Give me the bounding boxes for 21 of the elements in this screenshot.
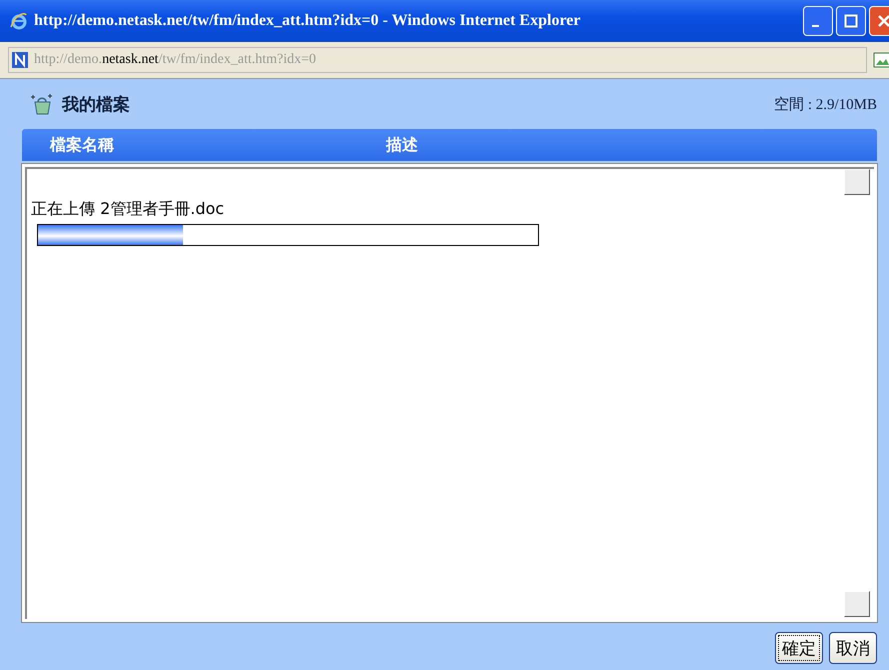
scroll-handle[interactable] — [844, 169, 870, 195]
minimize-button[interactable] — [803, 6, 833, 36]
maximize-icon — [844, 14, 858, 28]
minimize-icon — [812, 25, 819, 27]
image-icon[interactable] — [873, 51, 889, 69]
dialog-button[interactable]: 確定 — [775, 632, 823, 664]
storage-usage: 空間 : 2.9/10MB — [774, 96, 877, 114]
maximize-button[interactable] — [836, 6, 866, 36]
page-title: 我的檔案 — [62, 94, 130, 116]
site-logo-icon — [12, 52, 28, 68]
scroll-handle[interactable] — [844, 591, 870, 617]
url-text: http://demo.netask.net/tw/fm/index_att.htm?idx=0 — [34, 52, 316, 68]
close-icon — [877, 14, 889, 28]
dialog-button[interactable]: 取消 — [829, 632, 877, 664]
column-header: 描述 — [386, 134, 418, 156]
column-header: 檔案名稱 — [50, 134, 115, 156]
browser-logo-icon — [10, 12, 28, 30]
window-title: http://demo.netask.net/tw/fm/index_att.htm?idx=0 - Windows Internet Explorer — [34, 12, 582, 30]
basket-icon — [30, 93, 54, 115]
upload-status: 正在上傳 2管理者手冊.doc — [31, 199, 226, 220]
address-field[interactable]: http://demo.netask.net/tw/fm/index_att.htm?idx=0 — [8, 47, 867, 73]
